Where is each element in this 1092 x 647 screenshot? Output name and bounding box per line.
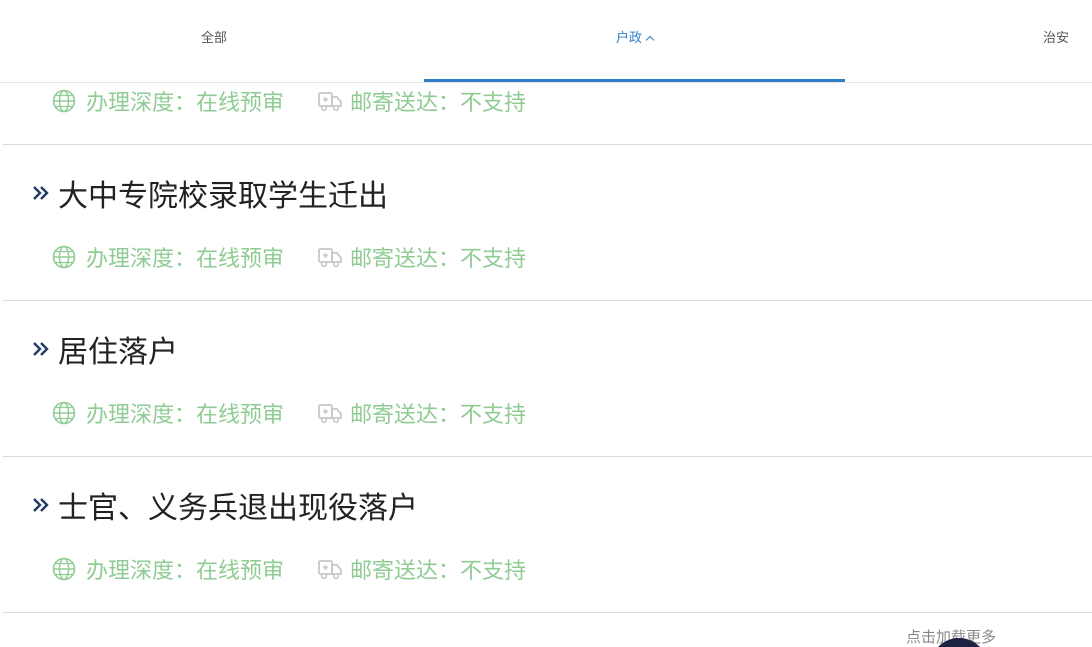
divider (3, 144, 1092, 145)
service-item-title[interactable]: 居住落户 (32, 329, 178, 370)
double-chevron-right-icon (33, 498, 49, 512)
active-tab-indicator (424, 79, 845, 82)
tab-zhian[interactable]: 治安 (1010, 0, 1092, 82)
globe-icon (52, 401, 76, 425)
mail-label: 邮寄送达：不支持 (350, 559, 527, 584)
depth-label: 办理深度：在线预审 (86, 247, 285, 272)
globe-icon (52, 557, 76, 581)
globe-icon (52, 89, 76, 113)
mail-label: 邮寄送达：不支持 (350, 403, 527, 428)
tab-huzheng-label: 户政 (615, 31, 642, 46)
tab-zhian-label: 治安 (1042, 31, 1069, 46)
depth-label: 办理深度：在线预审 (86, 91, 285, 116)
category-tabbar: 全部 户政 治安 (0, 0, 1092, 83)
globe-icon (52, 245, 76, 269)
mail-label: 邮寄送达：不支持 (350, 247, 527, 272)
truck-icon (318, 92, 342, 112)
item-meta-row: 办理深度：在线预审 邮寄送达：不支持 (52, 87, 527, 116)
service-title-text: 大中专院校录取学生迁出 (58, 179, 388, 214)
tab-all[interactable]: 全部 (0, 0, 428, 82)
tab-huzheng[interactable]: 户政 (424, 0, 845, 82)
mail-label: 邮寄送达：不支持 (350, 91, 527, 116)
depth-label: 办理深度：在线预审 (86, 403, 285, 428)
double-chevron-right-icon (33, 186, 49, 200)
truck-icon (318, 248, 342, 268)
item-meta-row: 办理深度：在线预审 邮寄送达：不支持 (52, 555, 527, 584)
depth-label: 办理深度：在线预审 (86, 559, 285, 584)
double-chevron-right-icon (33, 342, 49, 356)
service-item-title[interactable]: 大中专院校录取学生迁出 (32, 173, 388, 214)
service-title-text: 士官、义务兵退出现役落户 (58, 491, 418, 526)
page: 全部 户政 治安 办理深度：在线预审 邮寄送达：不支持 大中专院校录取学生迁出 … (0, 0, 1092, 647)
divider (3, 612, 1092, 613)
item-meta-row: 办理深度：在线预审 邮寄送达：不支持 (52, 243, 527, 272)
item-meta-row: 办理深度：在线预审 邮寄送达：不支持 (52, 399, 527, 428)
tab-all-label: 全部 (200, 31, 227, 46)
service-item-title[interactable]: 士官、义务兵退出现役落户 (32, 485, 418, 526)
chevron-up-icon (645, 35, 655, 45)
truck-icon (318, 404, 342, 424)
divider (3, 300, 1092, 301)
truck-icon (318, 560, 342, 580)
divider (3, 456, 1092, 457)
service-title-text: 居住落户 (58, 335, 178, 370)
